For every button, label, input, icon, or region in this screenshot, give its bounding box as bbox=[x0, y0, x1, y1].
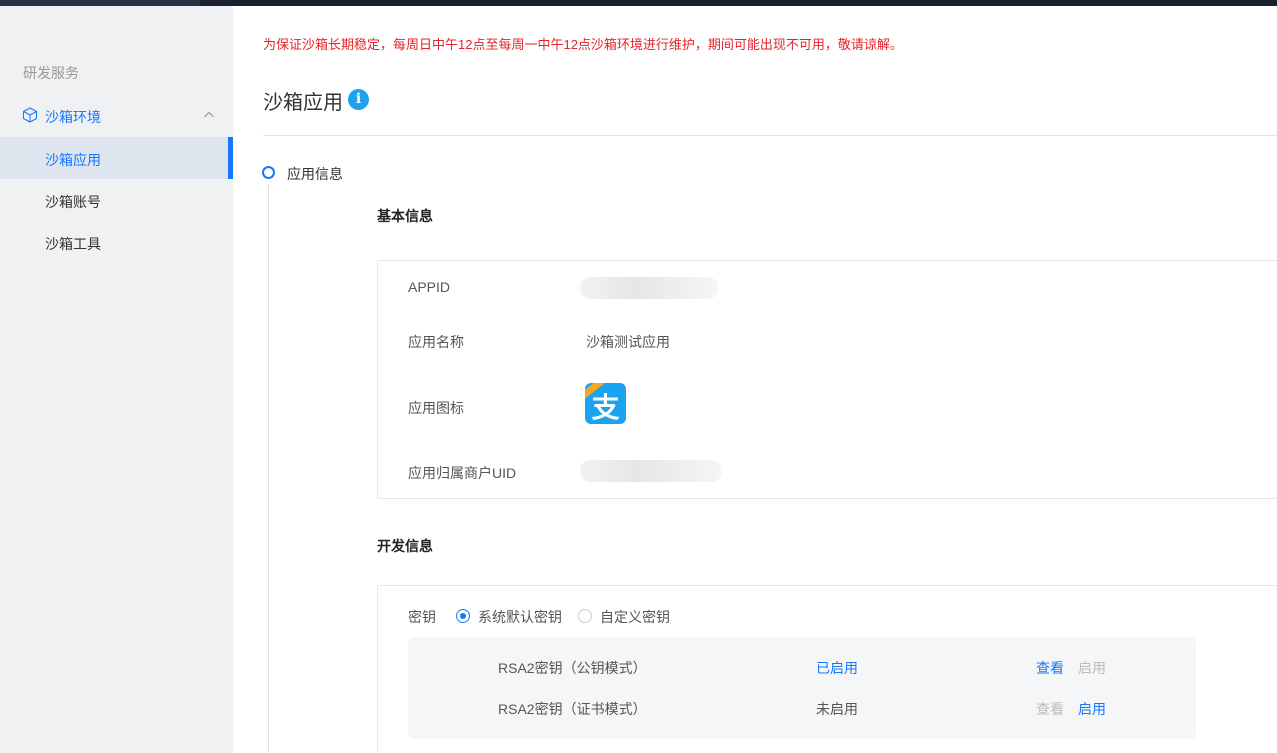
sidebar-group-label: 沙箱环境 bbox=[45, 109, 101, 125]
key-name: RSA2密钥（证书模式） bbox=[498, 701, 647, 717]
merchant-uid-value-redacted bbox=[580, 460, 722, 482]
view-key-link[interactable]: 查看 bbox=[1036, 658, 1064, 678]
step-label-app-info: 应用信息 bbox=[287, 166, 343, 182]
sidebar-item-sandbox-app[interactable]: 沙箱应用 bbox=[0, 137, 233, 179]
view-key-link[interactable]: 查看 bbox=[1036, 699, 1064, 719]
enable-key-link[interactable]: 启用 bbox=[1078, 699, 1106, 719]
enable-key-link[interactable]: 启用 bbox=[1078, 658, 1106, 678]
section-title-dev-info: 开发信息 bbox=[377, 538, 433, 554]
sidebar-item-sandbox-tools[interactable]: 沙箱工具 bbox=[0, 221, 233, 263]
chevron-up-icon bbox=[204, 111, 214, 118]
appid-value-redacted bbox=[580, 277, 718, 299]
sidebar-section-title: 研发服务 bbox=[23, 65, 79, 81]
key-status: 已启用 bbox=[816, 660, 858, 676]
key-status: 未启用 bbox=[816, 701, 858, 717]
page-title: 沙箱应用 bbox=[263, 92, 343, 114]
key-list-panel bbox=[408, 637, 1196, 739]
cube-icon bbox=[23, 107, 37, 123]
sidebar-item-sandbox-account[interactable]: 沙箱账号 bbox=[0, 179, 233, 221]
radio-default-key[interactable] bbox=[456, 609, 470, 623]
radio-custom-key[interactable] bbox=[578, 609, 592, 623]
app-name-label: 应用名称 bbox=[408, 334, 464, 350]
info-icon[interactable]: i bbox=[348, 89, 369, 110]
radio-default-key-label[interactable]: 系统默认密钥 bbox=[478, 607, 562, 627]
sidebar-item-label: 沙箱账号 bbox=[45, 194, 101, 210]
key-label: 密钥 bbox=[408, 609, 436, 625]
step-connector bbox=[268, 184, 269, 753]
radio-custom-key-label[interactable]: 自定义密钥 bbox=[600, 607, 670, 627]
merchant-uid-label: 应用归属商户UID bbox=[408, 465, 517, 481]
key-name: RSA2密钥（公钥模式） bbox=[498, 660, 647, 676]
sidebar-group-sandbox[interactable]: 沙箱环境 bbox=[0, 101, 233, 131]
maintenance-notice: 为保证沙箱长期稳定，每周日中午12点至每周一中午12点沙箱环境进行维护，期间可能… bbox=[263, 37, 903, 52]
alipay-app-icon: 支 bbox=[585, 383, 626, 424]
sidebar-item-label: 沙箱应用 bbox=[45, 152, 101, 168]
step-indicator-icon bbox=[262, 166, 275, 179]
sidebar-item-label: 沙箱工具 bbox=[45, 236, 101, 252]
app-name-value: 沙箱测试应用 bbox=[586, 334, 670, 350]
sidebar: 研发服务 沙箱环境 沙箱应用 沙箱账号 沙箱工具 bbox=[0, 6, 233, 753]
divider bbox=[263, 135, 1277, 136]
app-icon-label: 应用图标 bbox=[408, 400, 464, 416]
section-title-basic-info: 基本信息 bbox=[377, 208, 433, 224]
appid-label: APPID bbox=[408, 279, 451, 295]
